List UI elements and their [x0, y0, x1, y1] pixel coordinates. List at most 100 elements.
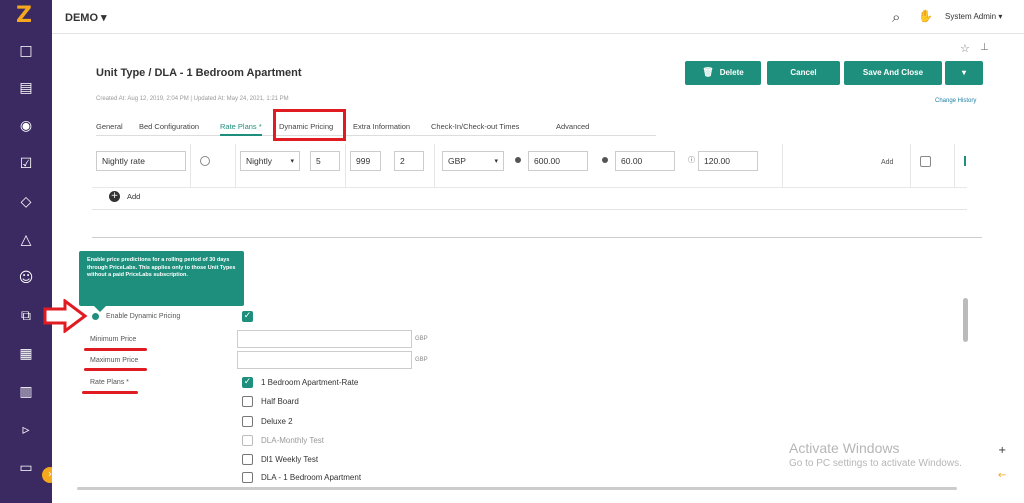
search-icon[interactable]: ⌕: [892, 8, 900, 26]
watermark-subtitle: Go to PC settings to activate Windows.: [789, 458, 962, 469]
rate-checkbox[interactable]: [920, 156, 931, 167]
page-title: Unit Type / DLA - 1 Bedroom Apartment: [96, 67, 302, 79]
star-icon[interactable]: ☆: [960, 42, 970, 55]
price-info-icon: [515, 157, 521, 163]
chevron-down-icon: ▾: [494, 158, 498, 165]
column-divider: [910, 144, 911, 188]
building-icon[interactable]: ▦: [18, 346, 34, 362]
megaphone-icon[interactable]: ▹: [18, 422, 34, 438]
workspace-selector[interactable]: DEMO ▾: [65, 11, 107, 24]
column-divider: [782, 144, 783, 188]
annotation-arrow-icon: [43, 299, 88, 333]
rate-name-field[interactable]: Nightly rate: [96, 151, 186, 171]
add-link[interactable]: Add: [881, 159, 893, 166]
frequency-value: Nightly: [246, 156, 272, 166]
rate-plan-label: DLA - 1 Bedroom Apartment: [261, 473, 362, 482]
arrow-left-icon[interactable]: ←: [998, 470, 1006, 481]
document-icon[interactable]: ▥: [18, 384, 34, 400]
rate-plan-checkbox[interactable]: [242, 416, 253, 427]
column-divider: [235, 144, 236, 188]
add-rate-label: Add: [127, 192, 141, 201]
pin-icon[interactable]: ⊥: [980, 42, 989, 53]
column-divider: [434, 144, 435, 188]
minimum-price-label: Minimum Price: [90, 336, 137, 343]
annotation-underline: [84, 348, 147, 351]
price-field[interactable]: 600.00: [528, 151, 588, 171]
plus-icon[interactable]: +: [998, 445, 1006, 456]
info-dot-icon[interactable]: [92, 313, 99, 320]
rate-plan-label: Dl1 Weekly Test: [261, 455, 319, 464]
change-history-link[interactable]: Change History: [935, 98, 976, 104]
annotation-underline: [84, 368, 147, 371]
maximum-price-field[interactable]: [237, 351, 412, 369]
guests-field[interactable]: 2: [394, 151, 424, 171]
maximum-price-label: Maximum Price: [90, 357, 139, 364]
chat-icon[interactable]: □: [18, 43, 34, 59]
plus-icon: +: [109, 191, 120, 202]
rate-plan-checkbox[interactable]: ✓: [242, 377, 253, 388]
tag-icon[interactable]: ◇: [18, 194, 34, 210]
currency-select[interactable]: GBP ▾: [442, 151, 504, 171]
tab-bed-configuration[interactable]: Bed Configuration: [139, 122, 199, 131]
folder-icon[interactable]: ▭: [18, 460, 34, 476]
map-pin-icon[interactable]: ◉: [18, 118, 34, 134]
rate-plan-checkbox[interactable]: [242, 396, 253, 407]
tab-bar: General Bed Configuration Rate Plans * D…: [96, 120, 656, 136]
rate-plan-label: Deluxe 2: [261, 417, 293, 426]
column-divider: [190, 144, 191, 188]
dynamic-pricing-tooltip: Enable price predictions for a rolling p…: [79, 251, 244, 306]
cancel-button[interactable]: Cancel: [767, 61, 840, 85]
app-logo: Z: [16, 3, 32, 28]
chevron-down-icon: ▾: [290, 158, 294, 165]
tab-rate-plans[interactable]: Rate Plans *: [220, 122, 262, 136]
rate-plan-checkbox[interactable]: [242, 454, 253, 465]
tab-checkin-checkout[interactable]: Check-In/Check-out Times: [431, 122, 519, 131]
delete-button[interactable]: 🗑 Delete: [685, 61, 761, 85]
drop-icon[interactable]: △: [18, 232, 34, 248]
column-divider: [345, 144, 346, 188]
save-options-button[interactable]: ▾: [945, 61, 983, 85]
row-edge-marker: [964, 156, 966, 166]
add-rate-row[interactable]: + Add: [92, 188, 967, 210]
sidebar: Z □ ▤ ◉ ☑ ◇ △ ☺ ⧉ ▦ ▥ ▹ ▭ ›: [0, 0, 58, 503]
task-icon[interactable]: ☑: [18, 156, 34, 172]
tooltip-arrow: [94, 306, 106, 312]
max-price-currency: GBP: [415, 357, 428, 363]
max-nights-field[interactable]: 999: [350, 151, 381, 171]
info-icon: ⓘ: [688, 156, 695, 164]
tab-advanced[interactable]: Advanced: [556, 122, 589, 131]
watermark-title: Activate Windows: [789, 440, 900, 456]
dynamic-pricing-highlight: [273, 109, 346, 141]
horizontal-scrollbar[interactable]: [77, 487, 957, 490]
user-icon[interactable]: ☺: [18, 270, 34, 286]
tab-extra-information[interactable]: Extra Information: [353, 122, 410, 131]
main-content: ☆ ⊥ Unit Type / DLA - 1 Bedroom Apartmen…: [43, 34, 1024, 503]
default-rate-radio[interactable]: [200, 156, 210, 166]
user-menu[interactable]: System Admin ▾: [945, 12, 1002, 21]
calendar-icon[interactable]: ▤: [18, 80, 34, 96]
vertical-scrollbar[interactable]: [963, 298, 968, 342]
rate-plan-checkbox[interactable]: [242, 472, 253, 483]
top-bar: DEMO ▾ ⌕ ✋ System Admin ▾: [52, 0, 1024, 34]
enable-dynamic-pricing-checkbox[interactable]: ✓: [242, 311, 253, 322]
rate-plan-label: DLA-Monthly Test: [261, 436, 324, 445]
save-and-close-button[interactable]: Save And Close: [844, 61, 942, 85]
extra-field[interactable]: 60.00: [615, 151, 675, 171]
frequency-select[interactable]: Nightly ▾: [240, 151, 300, 171]
currency-value: GBP: [448, 156, 466, 166]
column-divider: [954, 144, 955, 188]
copy-icon[interactable]: ⧉: [18, 308, 34, 324]
tab-general[interactable]: General: [96, 122, 123, 131]
rate-plan-label: 1 Bedroom Apartment-Rate: [261, 378, 359, 387]
section-divider: [92, 237, 982, 238]
hand-icon[interactable]: ✋: [918, 9, 933, 23]
min-nights-field[interactable]: 5: [310, 151, 340, 171]
rate-plans-label: Rate Plans *: [90, 379, 129, 386]
extra-info-icon: [602, 157, 608, 163]
fee-field[interactable]: 120.00: [698, 151, 758, 171]
trash-icon: 🗑: [702, 68, 714, 78]
record-meta: Created At: Aug 12, 2019, 2:04 PM | Upda…: [96, 96, 289, 102]
rate-plan-label: Half Board: [261, 397, 299, 406]
delete-label: Delete: [719, 68, 744, 77]
minimum-price-field[interactable]: [237, 330, 412, 348]
